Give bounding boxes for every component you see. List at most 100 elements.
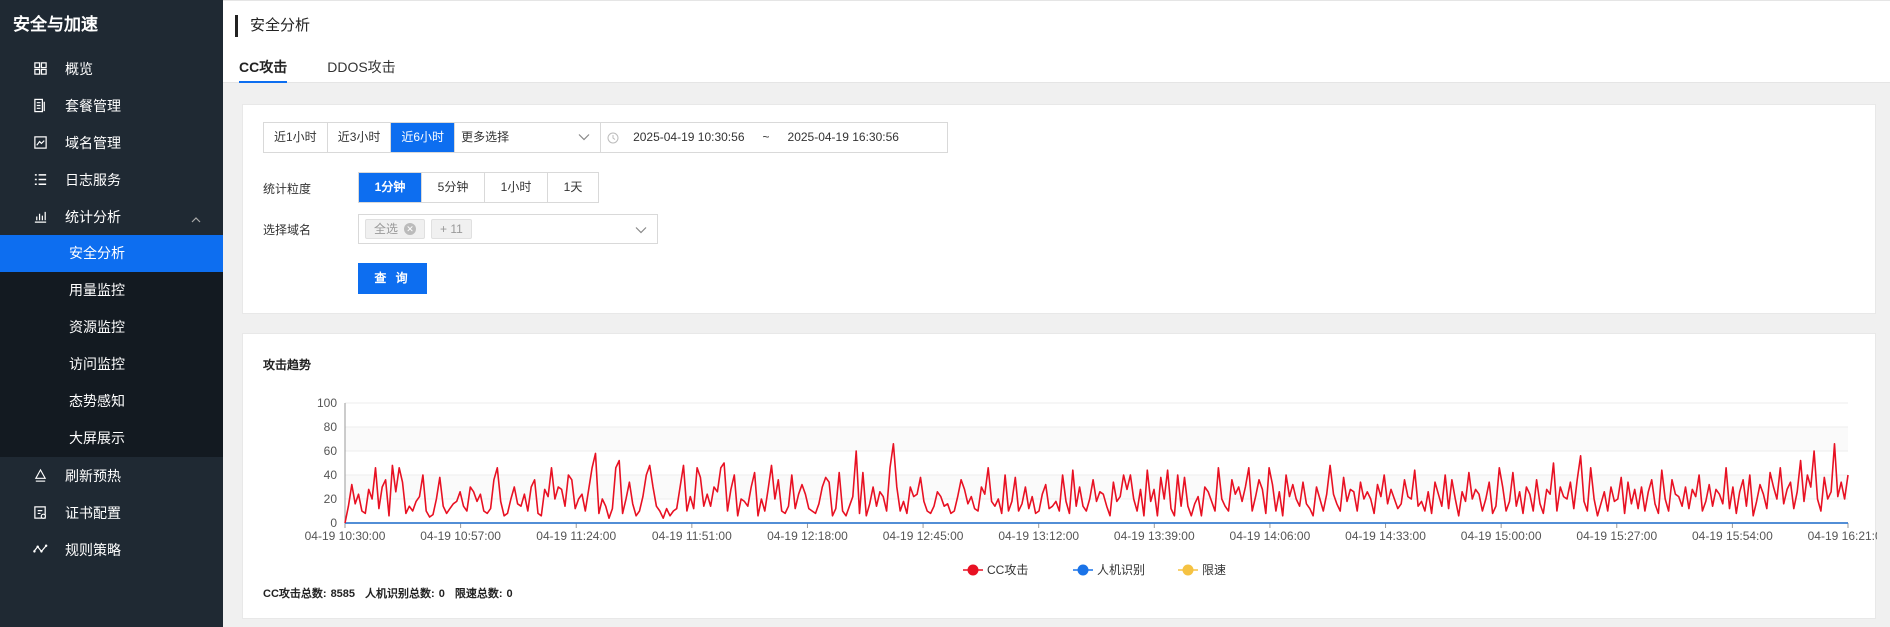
- sidebar: 安全与加速 概览 套餐管理 域名管理 日志服务 统计分析 安全分析 用量监控 资…: [0, 0, 223, 627]
- sidebar-item-label: 套餐管理: [65, 97, 121, 114]
- attack-trend-chart: 0 20 40 60 80 100 04-19 10:30:00 04-19 10:57:00…: [305, 396, 1877, 577]
- totals-summary: CC攻击总数: 8585 人机识别总数: 0 限速总数: 0: [263, 585, 523, 601]
- sidebar-item-label: 概览: [65, 60, 93, 77]
- y-tick-label: 20: [324, 492, 338, 506]
- sidebar-item-certificate[interactable]: 证书配置: [0, 494, 223, 531]
- sidebar-brand: 安全与加速: [13, 15, 98, 34]
- range-1h-button[interactable]: 近1小时: [264, 123, 328, 152]
- x-tick-label: 04-19 10:30:00: [305, 529, 386, 543]
- x-tick-label: 04-19 14:33:00: [1345, 529, 1426, 543]
- cc-total-value: 8585: [330, 588, 356, 600]
- legend-label: 限速: [1202, 563, 1226, 577]
- x-tick-label: 04-19 15:00:00: [1461, 529, 1542, 543]
- clock-icon: [607, 132, 619, 144]
- x-tick-label: 04-19 13:39:00: [1114, 529, 1195, 543]
- x-tick-label: 04-19 13:12:00: [998, 529, 1079, 543]
- date-range-picker[interactable]: 2025-04-19 10:30:56 ~ 2025-04-19 16:30:5…: [601, 123, 947, 152]
- human-total: 人机识别总数: 0: [365, 585, 445, 601]
- x-tick-label: 04-19 10:57:00: [420, 529, 501, 543]
- tab-bar: CC攻击 DDOS攻击: [239, 57, 436, 83]
- limit-total: 限速总数: 0: [455, 585, 513, 601]
- legend-swatch-dot: [1182, 564, 1194, 576]
- sidebar-subitem-security[interactable]: 安全分析: [0, 235, 223, 272]
- human-total-label: 人机识别总数:: [365, 588, 435, 600]
- sidebar-item-refresh[interactable]: 刷新预热: [0, 457, 223, 494]
- package-icon: [32, 97, 49, 114]
- granularity-1hour-button[interactable]: 1小时: [485, 173, 548, 202]
- close-icon[interactable]: ✕: [404, 223, 417, 235]
- page-header: 安全分析 CC攻击 DDOS攻击: [223, 0, 1890, 83]
- stats-submenu: 安全分析 用量监控 资源监控 访问监控 态势感知 大屏展示: [0, 235, 223, 457]
- domain-tag-all: 全选 ✕: [365, 219, 426, 239]
- x-tick-label: 04-19 11:24:00: [536, 529, 616, 543]
- legend-swatch-dot: [967, 564, 979, 576]
- chevron-down-icon: [635, 223, 647, 237]
- granularity-selector: 1分钟 5分钟 1小时 1天: [358, 172, 599, 203]
- x-tick-label: 04-19 12:45:00: [883, 529, 964, 543]
- sidebar-item-overview[interactable]: 概览: [0, 50, 223, 87]
- range-3h-button[interactable]: 近3小时: [327, 123, 392, 152]
- range-separator: ~: [762, 130, 770, 144]
- granularity-5min-button[interactable]: 5分钟: [422, 173, 485, 202]
- sidebar-item-label: 规则策略: [65, 541, 121, 558]
- y-tick-label: 0: [330, 516, 337, 530]
- sidebar-item-label: 域名管理: [65, 134, 121, 151]
- more-range-label: 更多选择: [461, 130, 510, 144]
- cc-total: CC攻击总数: 8585: [263, 585, 355, 601]
- page-title: 安全分析: [235, 15, 310, 37]
- tab-ddos-attack[interactable]: DDOS攻击: [327, 57, 395, 83]
- end-time: 2025-04-19 16:30:56: [787, 130, 899, 144]
- granularity-1day-button[interactable]: 1天: [548, 173, 598, 202]
- sidebar-item-package[interactable]: 套餐管理: [0, 87, 223, 124]
- sidebar-item-stats[interactable]: 统计分析: [0, 198, 223, 235]
- legend-label: CC攻击: [987, 563, 1028, 577]
- sidebar-subitem-access[interactable]: 访问监控: [0, 346, 223, 383]
- y-tick-label: 80: [324, 420, 338, 434]
- human-total-value: 0: [438, 588, 445, 600]
- y-tick-label: 100: [317, 396, 337, 410]
- sidebar-item-label: 日志服务: [65, 171, 121, 188]
- x-tick-label: 04-19 12:18:00: [767, 529, 848, 543]
- chevron-down-icon: [578, 123, 590, 152]
- y-tick-label: 40: [324, 468, 338, 482]
- granularity-label: 统计粒度: [263, 182, 312, 196]
- limit-total-value: 0: [506, 588, 513, 600]
- range-6h-button[interactable]: 近6小时: [391, 123, 456, 152]
- sidebar-item-label: 统计分析: [65, 208, 121, 225]
- list-icon: [32, 171, 49, 188]
- sidebar-item-domain[interactable]: 域名管理: [0, 124, 223, 161]
- legend-swatch-dot: [1077, 564, 1089, 576]
- grid-band: [345, 427, 1848, 451]
- certificate-icon: [32, 504, 49, 521]
- sidebar-subitem-resource[interactable]: 资源监控: [0, 309, 223, 346]
- start-time: 2025-04-19 10:30:56: [633, 130, 745, 144]
- granularity-1min-button[interactable]: 1分钟: [359, 173, 422, 202]
- domain-select[interactable]: 全选 ✕ + 11: [358, 214, 658, 244]
- sidebar-item-log[interactable]: 日志服务: [0, 161, 223, 198]
- domain-tag-all-label: 全选: [374, 222, 399, 236]
- x-tick-label: 04-19 15:27:00: [1576, 529, 1657, 543]
- x-tick-label: 04-19 15:54:00: [1692, 529, 1773, 543]
- sidebar-subitem-bigscreen[interactable]: 大屏展示: [0, 420, 223, 457]
- filter-panel: 近1小时 近3小时 近6小时 更多选择 2025-04-19 10:30:56 …: [242, 104, 1876, 314]
- sidebar-subitem-situation[interactable]: 态势感知: [0, 383, 223, 420]
- stats-icon: [32, 208, 49, 225]
- chevron-up-icon: [191, 211, 201, 227]
- domain-label: 选择域名: [263, 223, 312, 237]
- limit-total-label: 限速总数:: [454, 588, 503, 600]
- y-tick-label: 60: [324, 444, 338, 458]
- refresh-icon: [32, 467, 49, 484]
- domain-icon: [32, 134, 49, 151]
- tab-cc-attack[interactable]: CC攻击: [239, 57, 288, 83]
- sidebar-item-label: 证书配置: [65, 504, 121, 521]
- x-tick-label: 04-19 14:06:00: [1230, 529, 1311, 543]
- query-button[interactable]: 查 询: [358, 263, 427, 294]
- more-range-select[interactable]: 更多选择: [455, 123, 602, 152]
- sidebar-subitem-usage[interactable]: 用量监控: [0, 272, 223, 309]
- main-area: 安全分析 CC攻击 DDOS攻击 近1小时 近3小时 近6小时 更多选择 202…: [223, 0, 1890, 627]
- rules-icon: [32, 541, 49, 558]
- sidebar-item-rules[interactable]: 规则策略: [0, 531, 223, 568]
- attack-trend-panel: 攻击趋势 0 20 40 60 80 100 04-19 10:30:00 04-19 10:…: [242, 333, 1877, 619]
- legend-label: 人机识别: [1097, 563, 1145, 577]
- domain-tag-more: + 11: [431, 219, 472, 239]
